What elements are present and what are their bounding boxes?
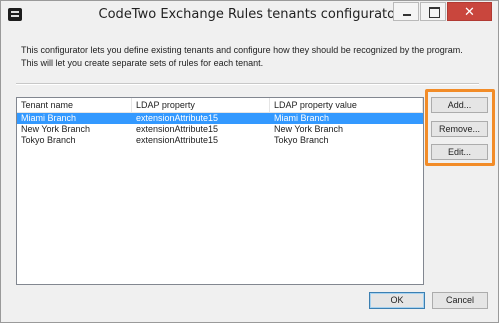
cell-ldap-property: extensionAttribute15 bbox=[136, 124, 219, 134]
edit-button[interactable]: Edit... bbox=[431, 144, 488, 160]
tenants-list[interactable]: Tenant name LDAP property LDAP property … bbox=[16, 97, 424, 285]
cell-tenant-name: Miami Branch bbox=[21, 113, 77, 123]
column-header-ldap-property-value[interactable]: LDAP property value bbox=[270, 98, 423, 112]
table-row[interactable]: New York Branch extensionAttribute15 New Y… bbox=[17, 124, 423, 135]
add-button[interactable]: Add... bbox=[431, 97, 488, 113]
dialog-window: CodeTwo Exchange Rules tenants configura… bbox=[0, 0, 499, 323]
table-row[interactable]: Tokyo Branch extensionAttribute15 Tokyo Br… bbox=[17, 135, 423, 146]
close-icon: ✕ bbox=[464, 4, 475, 19]
list-rows: Miami Branch extensionAttribute15 Miami Br… bbox=[17, 113, 423, 146]
cancel-button[interactable]: Cancel bbox=[432, 292, 488, 309]
list-header: Tenant name LDAP property LDAP property … bbox=[17, 98, 423, 113]
cell-tenant-name: Tokyo Branch bbox=[21, 135, 76, 145]
maximize-button[interactable] bbox=[420, 2, 446, 21]
cell-ldap-property-value: New York Branch bbox=[274, 124, 344, 134]
minimize-icon bbox=[403, 14, 411, 16]
remove-button[interactable]: Remove... bbox=[431, 121, 488, 137]
cell-ldap-property: extensionAttribute15 bbox=[136, 135, 219, 145]
title-bar[interactable]: CodeTwo Exchange Rules tenants configura… bbox=[1, 1, 498, 30]
cell-ldap-property-value: Miami Branch bbox=[274, 113, 330, 123]
maximize-icon bbox=[429, 7, 440, 18]
description-text: This configurator lets you define existi… bbox=[21, 45, 463, 68]
cell-ldap-property-value: Tokyo Branch bbox=[274, 135, 329, 145]
close-button[interactable]: ✕ bbox=[447, 2, 492, 21]
ok-button[interactable]: OK bbox=[369, 292, 425, 309]
separator bbox=[16, 83, 479, 85]
column-header-tenant-name[interactable]: Tenant name bbox=[17, 98, 132, 112]
table-row[interactable]: Miami Branch extensionAttribute15 Miami Br… bbox=[17, 113, 423, 124]
window-controls: ✕ bbox=[392, 2, 492, 22]
minimize-button[interactable] bbox=[393, 2, 419, 21]
cell-tenant-name: New York Branch bbox=[21, 124, 91, 134]
cell-ldap-property: extensionAttribute15 bbox=[136, 113, 219, 123]
column-header-ldap-property[interactable]: LDAP property bbox=[132, 98, 270, 112]
